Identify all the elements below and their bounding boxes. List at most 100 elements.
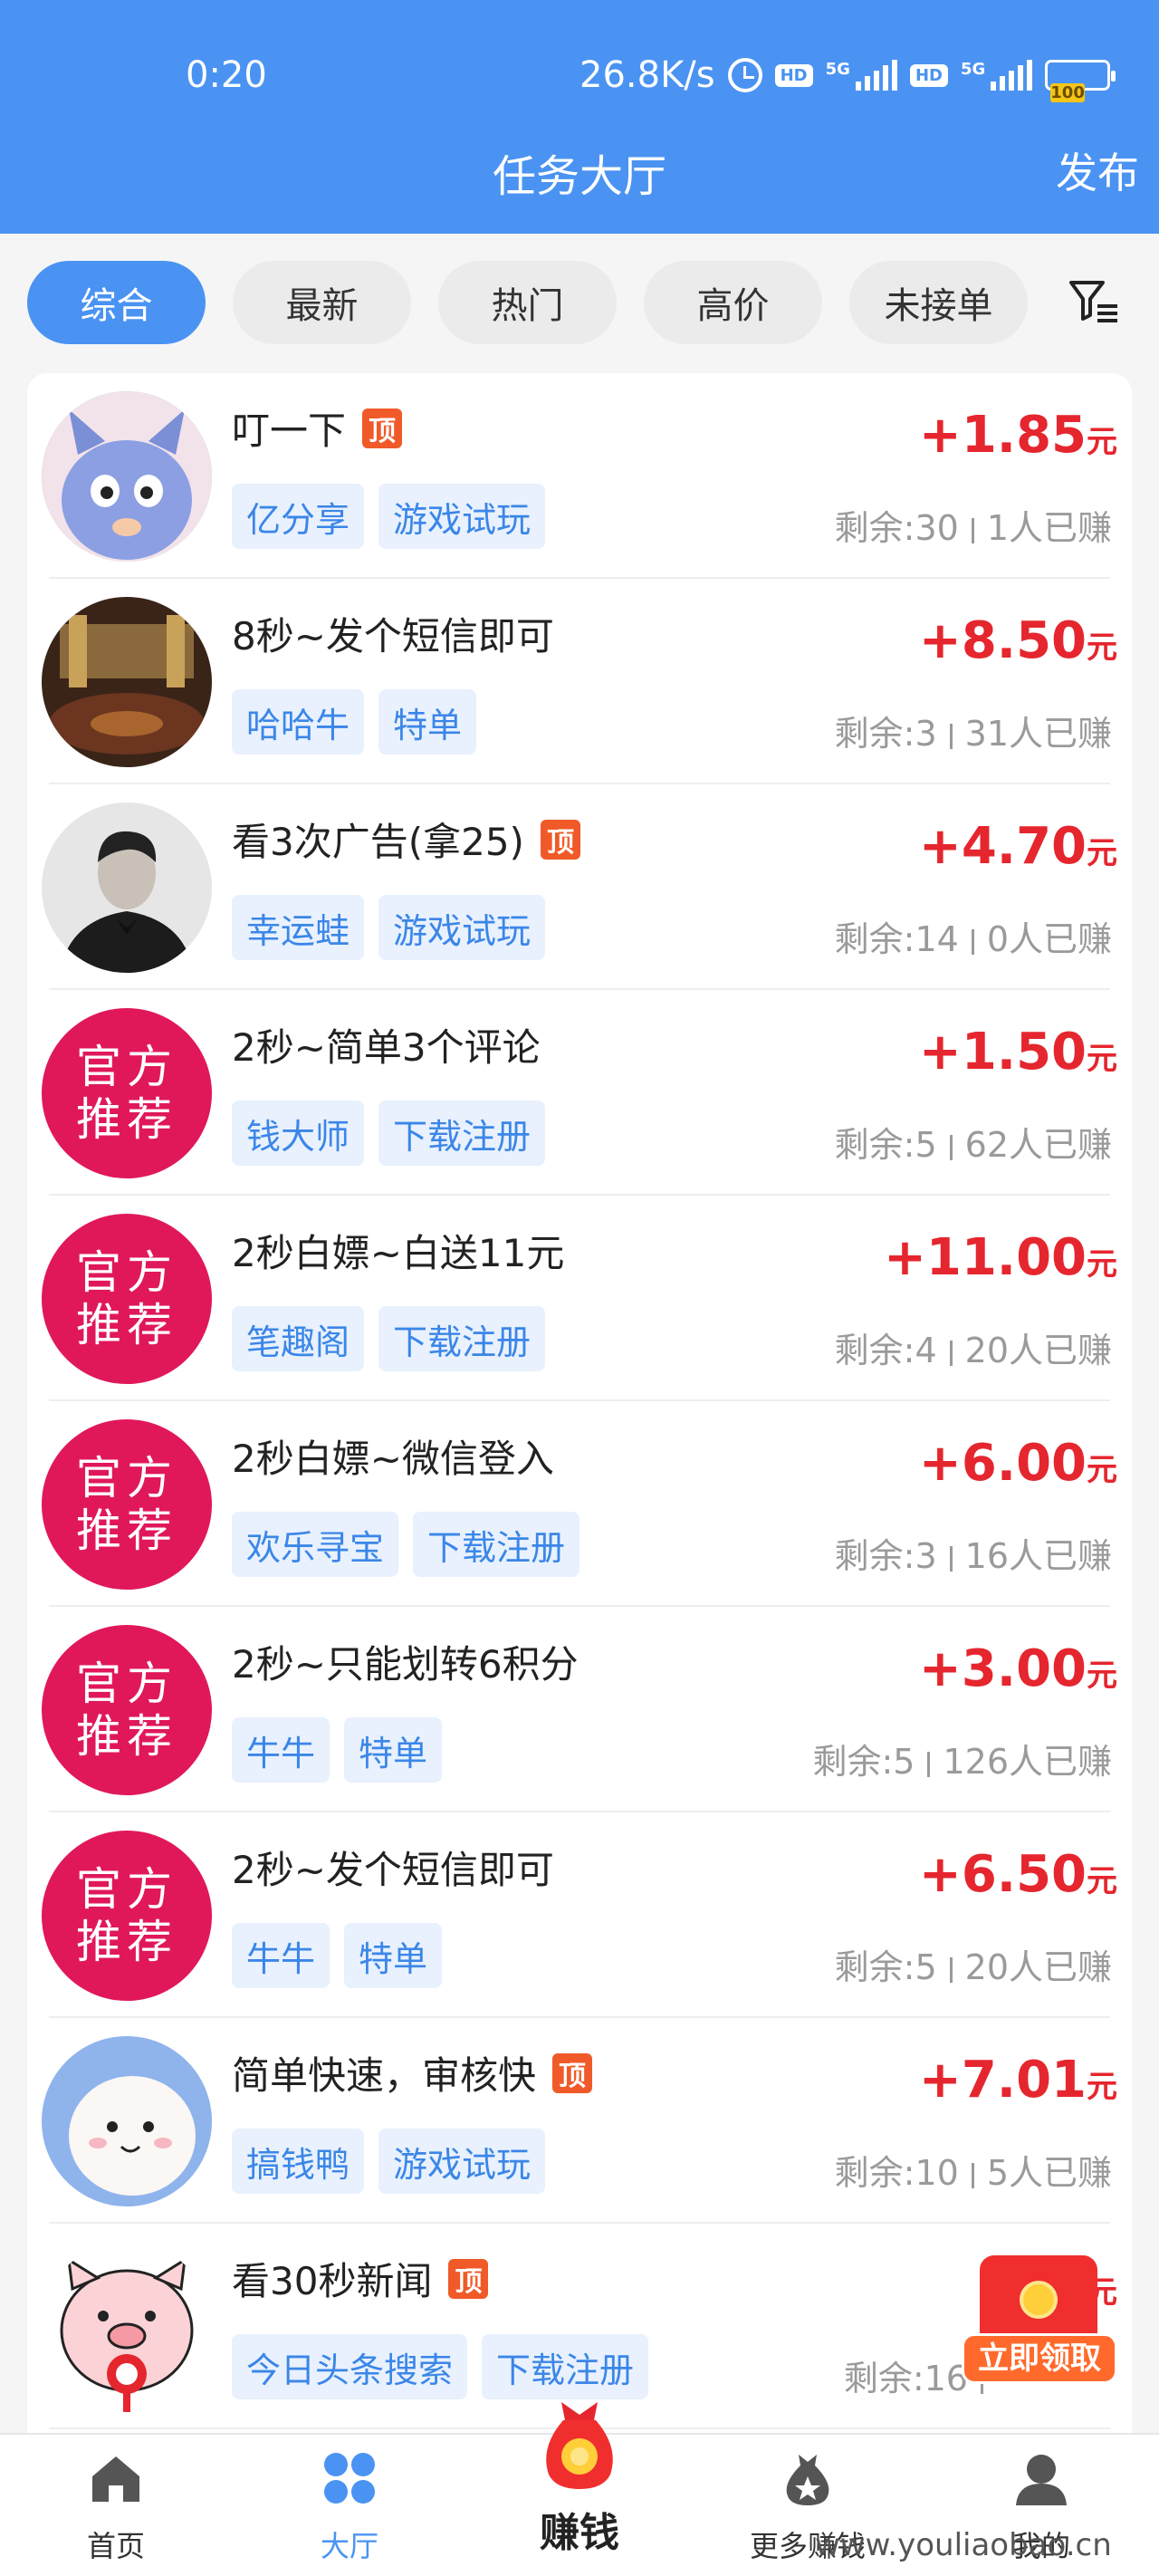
task-tag: 下载注册	[413, 1512, 580, 1577]
task-tags: 哈哈牛 特单	[232, 689, 477, 755]
task-meta: 剩余:10 5人已赚	[834, 2153, 1112, 2193]
task-price: +3.00元	[918, 1639, 1117, 1698]
home-icon	[92, 2456, 139, 2502]
palace-avatar	[42, 597, 212, 767]
task-tags: 牛牛 特单	[232, 1717, 443, 1783]
alarm-icon	[727, 58, 762, 92]
red-packet-button[interactable]: 立即领取	[962, 2255, 1117, 2388]
page-title: 任务大厅	[492, 151, 666, 202]
top-badge: 顶	[448, 2258, 489, 2299]
hd-icon: HD	[774, 63, 813, 87]
task-title: 2秒~发个短信即可	[232, 1848, 554, 1892]
filter-icon[interactable]	[1068, 279, 1119, 326]
tab-all[interactable]: 综合	[27, 261, 206, 344]
battery-level: 100	[1050, 83, 1085, 102]
task-title: 看3次广告(拿25)	[232, 820, 524, 864]
status-time: 0:20	[186, 54, 267, 96]
task-title: 2秒~只能划转6积分	[232, 1642, 579, 1687]
task-title: 看30秒新闻	[232, 2259, 433, 2303]
filter-tabs: 综合 最新 热门 高价 未接单	[27, 261, 1028, 344]
tab-hot[interactable]: 热门	[438, 261, 617, 344]
task-tags: 幸运蛙 游戏试玩	[232, 895, 546, 960]
man-avatar	[42, 803, 212, 973]
task-meta: 剩余:3 16人已赚	[834, 1536, 1112, 1576]
official-recommend-avatar: 官方 推荐	[42, 1625, 212, 1795]
task-tag: 牛牛	[232, 1717, 330, 1783]
task-tags: 牛牛 特单	[232, 1923, 443, 1988]
task-tag: 钱大师	[232, 1101, 365, 1166]
status-icons: 26.8K/s HD 5G HD 5G 100	[580, 54, 1116, 102]
tab-not-taken[interactable]: 未接单	[849, 261, 1028, 344]
official-recommend-avatar: 官方 推荐	[42, 1008, 212, 1178]
5g-icon: 5G	[825, 59, 850, 79]
task-price: +8.50元	[918, 611, 1117, 670]
coin-icon	[1020, 2281, 1058, 2319]
task-tag: 牛牛	[232, 1923, 330, 1988]
task-row[interactable]: 简单快速，审核快 顶 搞钱鸭 游戏试玩 +7.01元 剩余:10 5人已赚	[27, 2018, 1132, 2224]
pig-avatar	[42, 2242, 212, 2412]
nav-hall[interactable]: 大厅	[268, 2435, 431, 2576]
task-tag: 哈哈牛	[232, 689, 365, 755]
dog-avatar	[42, 2036, 212, 2206]
task-tag: 下载注册	[378, 1101, 546, 1166]
tab-high-price[interactable]: 高价	[644, 261, 822, 344]
task-row[interactable]: 官方 推荐 2秒~简单3个评论 钱大师 下载注册 +1.50元 剩余:5 62人已赚	[27, 990, 1132, 1196]
task-list: 叮一下 顶 亿分享 游戏试玩 +1.85元 剩余:30 1人已赚 8秒~发个短信即…	[27, 373, 1132, 2456]
task-price: +1.85元	[918, 406, 1117, 465]
task-row[interactable]: 官方 推荐 2秒白嫖~微信登入 欢乐寻宝 下载注册 +6.00元 剩余:3 16人已…	[27, 1401, 1132, 1607]
task-tag: 游戏试玩	[378, 484, 546, 549]
watermark: www.youliaobao.cn	[815, 2527, 1112, 2563]
task-meta: 剩余:5 20人已赚	[834, 1947, 1112, 1987]
task-title: 2秒白嫖~微信登入	[232, 1437, 554, 1481]
task-tag: 特单	[344, 1923, 443, 1988]
task-row[interactable]: 官方 推荐 2秒~发个短信即可 牛牛 特单 +6.50元 剩余:5 20人已赚	[27, 1812, 1132, 2018]
app-header: 0:20 26.8K/s HD 5G HD 5G 100 任务大厅 发布	[0, 0, 1159, 234]
task-row[interactable]: 8秒~发个短信即可 哈哈牛 特单 +8.50元 剩余:3 31人已赚	[27, 579, 1132, 784]
task-tag: 特单	[344, 1717, 443, 1783]
task-title: 简单快速，审核快	[232, 2053, 537, 2098]
task-meta: 剩余:4 20人已赚	[834, 1331, 1112, 1370]
task-price: +4.70元	[918, 817, 1117, 876]
task-tag: 搞钱鸭	[232, 2129, 365, 2194]
task-price: +6.00元	[918, 1434, 1117, 1493]
task-tag: 特单	[378, 689, 477, 755]
task-meta: 剩余:14 0人已赚	[834, 919, 1112, 959]
task-price: +7.01元	[918, 2051, 1117, 2110]
publish-button[interactable]: 发布	[1056, 140, 1139, 200]
task-meta: 剩余:3 31人已赚	[834, 714, 1112, 754]
task-row[interactable]: 官方 推荐 2秒~只能划转6积分 牛牛 特单 +3.00元 剩余:5 126人已赚	[27, 1607, 1132, 1812]
nav-home-label: 首页	[86, 2529, 145, 2563]
tab-latest[interactable]: 最新	[233, 261, 411, 344]
official-recommend-avatar: 官方 推荐	[42, 1419, 212, 1590]
signal-icon	[855, 60, 897, 91]
money-bag-icon	[786, 2455, 829, 2505]
nav-home[interactable]: 首页	[34, 2435, 197, 2576]
money-bag-icon	[546, 2402, 613, 2489]
task-price: +1.50元	[918, 1023, 1117, 1081]
task-title: 8秒~发个短信即可	[232, 614, 554, 658]
task-tags: 欢乐寻宝 下载注册	[232, 1512, 580, 1577]
rabbit-avatar	[42, 391, 212, 562]
battery-icon: 100	[1045, 60, 1116, 102]
nav-earn-label: 赚钱	[540, 2510, 619, 2556]
hd-icon: HD	[909, 63, 948, 87]
task-tag: 今日头条搜索	[232, 2334, 468, 2399]
task-row[interactable]: 官方 推荐 2秒白嫖~白送11元 笔趣阁 下载注册 +11.00元 剩余:4 20人…	[27, 1196, 1132, 1401]
top-badge: 顶	[540, 819, 580, 860]
task-row[interactable]: 看3次广告(拿25) 顶 幸运蛙 游戏试玩 +4.70元 剩余:14 0人已赚	[27, 784, 1132, 990]
top-badge: 顶	[362, 408, 403, 448]
task-tag: 笔趣阁	[232, 1306, 365, 1371]
task-meta: 剩余:5 126人已赚	[812, 1742, 1112, 1782]
user-icon	[1016, 2455, 1067, 2505]
task-tags: 笔趣阁 下载注册	[232, 1306, 546, 1371]
nav-earn[interactable]: 赚钱	[516, 2393, 643, 2571]
task-tags: 今日头条搜索 下载注册	[232, 2334, 649, 2399]
task-tags: 搞钱鸭 游戏试玩	[232, 2129, 546, 2194]
network-speed: 26.8K/s	[580, 54, 715, 96]
task-tag: 欢乐寻宝	[232, 1512, 399, 1577]
signal-icon	[991, 60, 1033, 91]
task-tag: 下载注册	[482, 2334, 649, 2399]
nav-hall-label: 大厅	[320, 2529, 378, 2563]
task-row[interactable]: 叮一下 顶 亿分享 游戏试玩 +1.85元 剩余:30 1人已赚	[27, 373, 1132, 579]
task-title: 2秒白嫖~白送11元	[232, 1231, 565, 1275]
